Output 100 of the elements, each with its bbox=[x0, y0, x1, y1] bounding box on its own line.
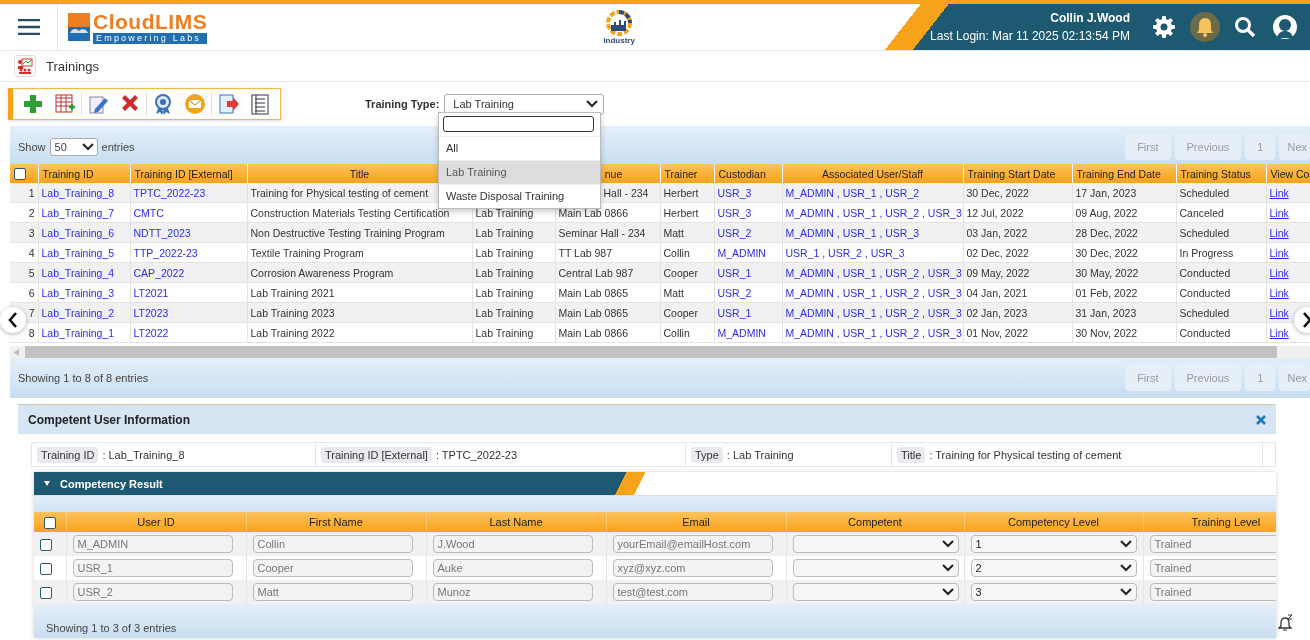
custodian-link[interactable]: USR_3 bbox=[717, 206, 752, 219]
end-date-cell: 17 Jan, 2023 bbox=[1072, 183, 1176, 203]
associated-users-link[interactable]: USR_1 , USR_2 , USR_3 bbox=[785, 246, 905, 259]
field-label: Training ID [External] bbox=[321, 446, 432, 463]
competency-level-select[interactable]: 2 bbox=[970, 559, 1137, 577]
associated-users-link[interactable]: M_ADMIN , USR_1 , USR_2 , USR_3 bbox=[785, 286, 962, 299]
external-id-link[interactable]: TTP_2022-23 bbox=[133, 246, 198, 259]
close-button[interactable] bbox=[1256, 414, 1266, 425]
training-level-field[interactable]: Trained bbox=[1149, 535, 1276, 553]
horizontal-scrollbar[interactable] bbox=[10, 346, 1310, 358]
checkbox[interactable] bbox=[40, 562, 52, 575]
field-label: Training ID bbox=[37, 446, 99, 463]
training-level-field[interactable]: Trained bbox=[1149, 559, 1276, 577]
status-cell: Canceled bbox=[1176, 202, 1266, 223]
first-name-field[interactable]: Matt bbox=[252, 583, 413, 601]
column-header[interactable]: Last Name bbox=[426, 512, 606, 532]
column-header[interactable]: Training ID bbox=[38, 164, 130, 183]
external-id-link[interactable]: LT2023 bbox=[133, 306, 169, 319]
column-header[interactable]: User ID bbox=[66, 512, 246, 532]
custodian-link[interactable]: USR_2 bbox=[717, 286, 752, 299]
custodian-link[interactable]: M_ADMIN bbox=[717, 326, 766, 339]
user-id-field[interactable]: USR_2 bbox=[72, 583, 233, 601]
view-link[interactable]: Link bbox=[1269, 326, 1289, 339]
panel-title: Competent User Information bbox=[28, 412, 190, 427]
column-header[interactable]: Custodian bbox=[714, 164, 782, 183]
training-type-select[interactable]: Lab Training bbox=[444, 93, 605, 115]
training-level-field[interactable]: Trained bbox=[1149, 583, 1276, 601]
competency-level-select[interactable]: 1 bbox=[970, 535, 1137, 553]
section-header[interactable]: Competency Result bbox=[34, 472, 650, 495]
email-field[interactable]: xyz@xyz.com bbox=[612, 559, 773, 577]
column-header[interactable]: Training Level bbox=[1143, 512, 1276, 532]
associated-users-link[interactable]: M_ADMIN , USR_1 , USR_2 , USR_3 bbox=[785, 206, 962, 219]
dropdown-option[interactable]: Waste Disposal Training bbox=[439, 184, 600, 208]
user-id-field[interactable]: USR_1 bbox=[72, 559, 233, 577]
last-name-field[interactable]: Munoz bbox=[432, 583, 593, 601]
associated-users-link[interactable]: M_ADMIN , USR_1 , USR_2 , USR_3 bbox=[785, 326, 962, 339]
bell-icon bbox=[1194, 16, 1216, 38]
title-cell: Lab Training 2022 bbox=[247, 322, 472, 343]
first-name-field[interactable]: Cooper bbox=[252, 559, 413, 577]
checkbox[interactable] bbox=[43, 516, 56, 529]
mail-icon bbox=[184, 93, 206, 115]
custodian-link[interactable]: M_ADMIN bbox=[717, 246, 766, 259]
training-id-link[interactable]: Lab_Training_3 bbox=[41, 286, 115, 299]
chevron-right-icon bbox=[1302, 312, 1310, 328]
dropdown-search-field[interactable] bbox=[443, 116, 594, 132]
end-date-cell: 30 Nov, 2022 bbox=[1072, 322, 1176, 343]
page-length-select[interactable]: 50 bbox=[49, 138, 98, 156]
email-field[interactable]: yourEmail@emailHost.com bbox=[612, 535, 773, 553]
chevron-down-icon bbox=[941, 564, 954, 572]
training-id-link[interactable]: Lab_Training_5 bbox=[41, 246, 115, 259]
competency-level-select[interactable]: 3 bbox=[970, 583, 1137, 601]
title-cell: Textile Training Program bbox=[247, 242, 472, 263]
entries-info: Showing 1 to 8 of 8 entries bbox=[18, 372, 149, 384]
search-button[interactable] bbox=[1234, 16, 1256, 38]
training-icon bbox=[14, 55, 36, 77]
column-header[interactable]: Training Status bbox=[1176, 164, 1266, 183]
training-id-link[interactable]: Lab_Training_1 bbox=[41, 326, 115, 339]
last-name-field[interactable]: Auke bbox=[432, 559, 593, 577]
column-header[interactable]: Associated User/Staff bbox=[782, 164, 963, 183]
view-link[interactable]: Link bbox=[1269, 246, 1289, 259]
profile-button[interactable] bbox=[1272, 14, 1298, 40]
checkbox[interactable] bbox=[40, 586, 52, 599]
start-date-cell: 04 Jan, 2021 bbox=[963, 282, 1072, 303]
email-field[interactable]: test@test.com bbox=[612, 583, 773, 601]
field-value: : TPTC_2022-23 bbox=[435, 448, 518, 461]
end-date-cell: 01 Feb, 2022 bbox=[1072, 282, 1176, 303]
column-header[interactable]: Training Start Date bbox=[963, 164, 1072, 183]
export-icon bbox=[217, 93, 239, 115]
column-header[interactable]: First Name bbox=[246, 512, 426, 532]
column-header[interactable]: Training End Date bbox=[1072, 164, 1176, 183]
entries-info: Showing 1 to 3 of 3 entries bbox=[46, 622, 177, 634]
column-header[interactable]: Email bbox=[606, 512, 786, 532]
checkbox[interactable] bbox=[14, 168, 26, 181]
chevron-down-icon bbox=[1119, 564, 1132, 572]
external-id-link[interactable]: CMTC bbox=[133, 206, 164, 219]
partner-logo-caption: Industry bbox=[603, 37, 635, 45]
column-header[interactable]: Training ID [External] bbox=[130, 164, 247, 183]
user-id-field[interactable]: M_ADMIN bbox=[72, 535, 233, 553]
column-header[interactable]: View Co bbox=[1266, 164, 1310, 183]
end-date-cell: 09 Aug, 2022 bbox=[1072, 202, 1176, 223]
checkbox[interactable] bbox=[40, 538, 52, 551]
chevron-down-icon bbox=[1119, 588, 1132, 596]
status-cell: Conducted bbox=[1176, 322, 1266, 343]
training-id-link[interactable]: Lab_Training_7 bbox=[41, 206, 115, 219]
snooze-bell-icon[interactable] bbox=[1278, 614, 1294, 632]
notifications-button[interactable] bbox=[1190, 12, 1220, 42]
dropdown-option[interactable]: Lab Training bbox=[439, 160, 600, 184]
scroll-left-button[interactable] bbox=[0, 307, 26, 333]
last-name-field[interactable]: J.Wood bbox=[432, 535, 593, 553]
column-header[interactable]: Competent bbox=[786, 512, 964, 532]
first-name-field[interactable]: Collin bbox=[252, 535, 413, 553]
column-header[interactable]: Trainer bbox=[660, 164, 714, 183]
column-header[interactable]: Competency Level bbox=[964, 512, 1143, 532]
view-link[interactable]: Link bbox=[1269, 206, 1289, 219]
row-number: 2 bbox=[10, 202, 38, 223]
external-id-link[interactable]: LT2021 bbox=[133, 286, 169, 299]
title-cell: Lab Training 2021 bbox=[247, 282, 472, 303]
start-date-cell: 12 Jul, 2022 bbox=[963, 202, 1072, 223]
view-link[interactable]: Link bbox=[1269, 286, 1289, 299]
external-id-link[interactable]: LT2022 bbox=[133, 326, 169, 339]
